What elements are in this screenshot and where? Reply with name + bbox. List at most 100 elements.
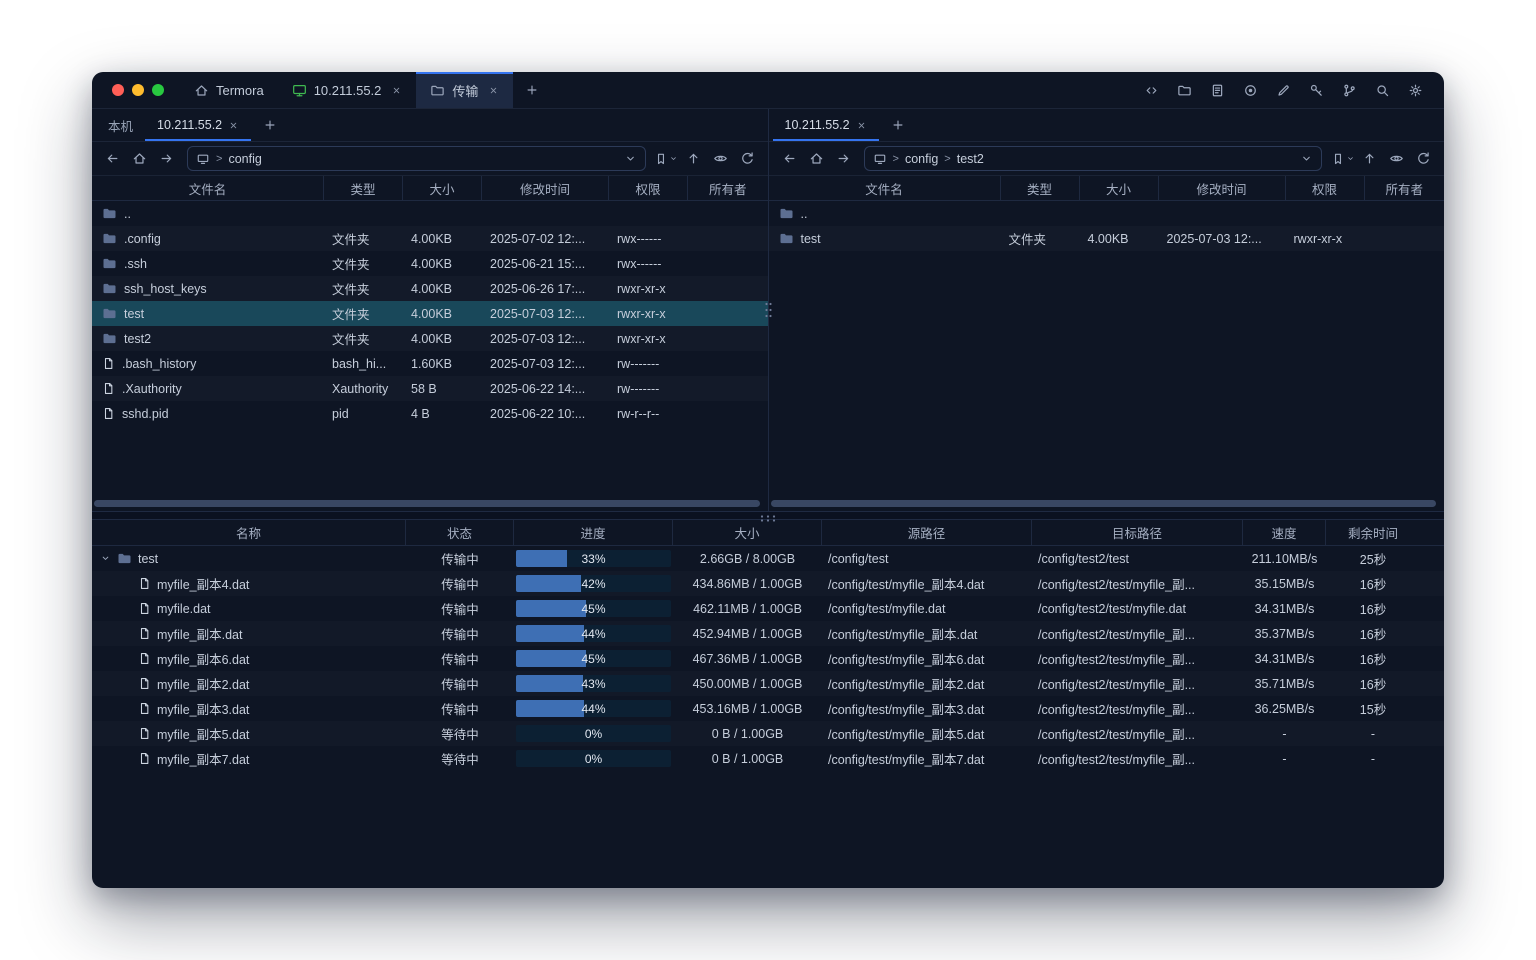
transfer-row[interactable]: myfile_副本2.dat传输中43%450.00MB / 1.00GB/co… [92,671,1444,696]
right-bookmark-button[interactable] [1330,146,1355,171]
toolbar-record-button[interactable] [1237,77,1263,103]
toolbar-code-button[interactable] [1138,77,1164,103]
app-tab-termora[interactable]: Termora [180,72,278,108]
transfer-name-cell: myfile_副本.dat [92,624,406,643]
right-toggle-hidden-button[interactable] [1384,146,1409,171]
right-horizontal-scrollbar[interactable] [771,500,1437,507]
main-tab-ssh-10.211.55.2[interactable]: 10.211.55.2 [278,72,417,108]
column-header-mtime[interactable]: 修改时间 [1159,176,1286,200]
transfer-splitter[interactable] [92,511,1444,520]
file-row[interactable]: .. [92,201,768,226]
file-row[interactable]: .ssh文件夹4.00KB2025-06-21 15:...rwx------ [92,251,768,276]
column-header-name[interactable]: 文件名 [769,176,1001,200]
left-refresh-button[interactable] [735,146,760,171]
left-horizontal-scrollbar[interactable] [94,500,760,507]
column-header-type[interactable]: 类型 [1001,176,1080,200]
expand-icon[interactable] [100,553,111,564]
file-row[interactable]: .bash_historybash_hi...1.60KB2025-07-03 … [92,351,768,376]
file-name-cell: test2 [92,331,324,346]
file-row[interactable]: test2文件夹4.00KB2025-07-03 12:...rwxr-xr-x [92,326,768,351]
column-header-perm[interactable]: 权限 [609,176,688,200]
toolbar-edit-button[interactable] [1270,77,1296,103]
new-tab-button[interactable] [513,72,551,108]
window-zoom-button[interactable] [152,84,164,96]
left-forward-button[interactable] [154,146,179,171]
chevron-down-icon[interactable] [1300,152,1313,165]
file-row[interactable]: test文件夹4.00KB2025-07-03 12:...rwxr-xr-x [769,226,1445,251]
transfer-column-size[interactable]: 大小 [673,520,822,545]
transfer-row[interactable]: myfile_副本5.dat等待中0%0 B / 1.00GB/config/t… [92,721,1444,746]
column-header-mtime[interactable]: 修改时间 [482,176,609,200]
left-bookmark-button[interactable] [654,146,679,171]
file-row[interactable]: test文件夹4.00KB2025-07-03 12:...rwxr-xr-x [92,301,768,326]
transfer-row[interactable]: myfile_副本4.dat传输中42%434.86MB / 1.00GB/co… [92,571,1444,596]
column-header-size[interactable]: 大小 [1080,176,1159,200]
left-tab-local[interactable]: 本机 [96,109,145,141]
transfer-target: /config/test2/test/myfile_副... [1032,749,1243,768]
transfer-column-target[interactable]: 目标路径 [1032,520,1243,545]
file-row[interactable]: .config文件夹4.00KB2025-07-02 12:...rwx----… [92,226,768,251]
left-home-button[interactable] [127,146,152,171]
transfer-row[interactable]: test传输中33%2.66GB / 8.00GB/config/test/co… [92,546,1444,571]
file-row[interactable]: .XauthorityXauthority58 B2025-06-22 14:.… [92,376,768,401]
left-tab-ssh-10.211.55.2[interactable]: 10.211.55.2 [145,109,251,141]
transfer-row[interactable]: myfile_副本.dat传输中44%452.94MB / 1.00GB/con… [92,621,1444,646]
left-back-button[interactable] [100,146,125,171]
transfer-speed: - [1243,752,1326,766]
chevron-down-icon[interactable] [624,152,637,165]
right-path-bar[interactable]: >config>test2 [864,146,1323,171]
file-size: 4.00KB [403,257,482,271]
column-header-perm[interactable]: 权限 [1286,176,1365,200]
right-back-button[interactable] [777,146,802,171]
right-new-tab-button[interactable] [879,109,917,141]
home-icon [809,151,824,166]
left-path-bar[interactable]: >config [187,146,646,171]
toolbar-key-button[interactable] [1303,77,1329,103]
right-home-button[interactable] [804,146,829,171]
column-header-owner[interactable]: 所有者 [1365,176,1445,200]
transfer-column-status[interactable]: 状态 [406,520,514,545]
close-tab-icon[interactable] [488,85,499,96]
transfer-column-source[interactable]: 源路径 [822,520,1032,545]
column-header-owner[interactable]: 所有者 [688,176,768,200]
transfer-row[interactable]: myfile.dat传输中45%462.11MB / 1.00GB/config… [92,596,1444,621]
left-toggle-hidden-button[interactable] [708,146,733,171]
transfer-row[interactable]: myfile_副本3.dat传输中44%453.16MB / 1.00GB/co… [92,696,1444,721]
transfer-size: 467.36MB / 1.00GB [673,652,822,666]
column-header-size[interactable]: 大小 [403,176,482,200]
toolbar-log-button[interactable] [1204,77,1230,103]
toolbar-folder-button[interactable] [1171,77,1197,103]
file-row[interactable]: ssh_host_keys文件夹4.00KB2025-06-26 17:...r… [92,276,768,301]
right-refresh-button[interactable] [1411,146,1436,171]
main-tab-transfer[interactable]: 传输 [416,72,513,108]
transfer-remaining: 15秒 [1326,699,1444,718]
right-forward-button[interactable] [831,146,856,171]
right-up-button[interactable] [1357,146,1382,171]
toolbar-search-button[interactable] [1369,77,1395,103]
transfer-row[interactable]: myfile_副本6.dat传输中45%467.36MB / 1.00GB/co… [92,646,1444,671]
transfer-column-speed[interactable]: 速度 [1243,520,1326,545]
toolbar-settings-button[interactable] [1402,77,1428,103]
transfer-row[interactable]: myfile_副本7.dat等待中0%0 B / 1.00GB/config/t… [92,746,1444,771]
transfer-column-name[interactable]: 名称 [92,520,406,545]
file-row[interactable]: .. [769,201,1445,226]
toolbar-branch-button[interactable] [1336,77,1362,103]
left-up-button[interactable] [681,146,706,171]
close-tab-icon[interactable] [228,120,239,131]
close-tab-icon[interactable] [391,85,402,96]
column-header-name[interactable]: 文件名 [92,176,324,200]
column-header-type[interactable]: 类型 [324,176,403,200]
file-icon [138,577,151,590]
file-perm: rwx------ [609,232,688,246]
transfer-column-remaining[interactable]: 剩余时间 [1326,520,1444,545]
arrow-left-icon [105,151,120,166]
file-name: .. [801,207,808,221]
transfer-column-progress[interactable]: 进度 [514,520,673,545]
close-tab-icon[interactable] [856,120,867,131]
file-row[interactable]: sshd.pidpid4 B2025-06-22 10:...rw-r--r-- [92,401,768,426]
left-new-tab-button[interactable] [251,109,289,141]
right-tab-ssh-10.211.55.2[interactable]: 10.211.55.2 [773,109,879,141]
window-close-button[interactable] [112,84,124,96]
file-size: 4.00KB [403,307,482,321]
window-minimize-button[interactable] [132,84,144,96]
